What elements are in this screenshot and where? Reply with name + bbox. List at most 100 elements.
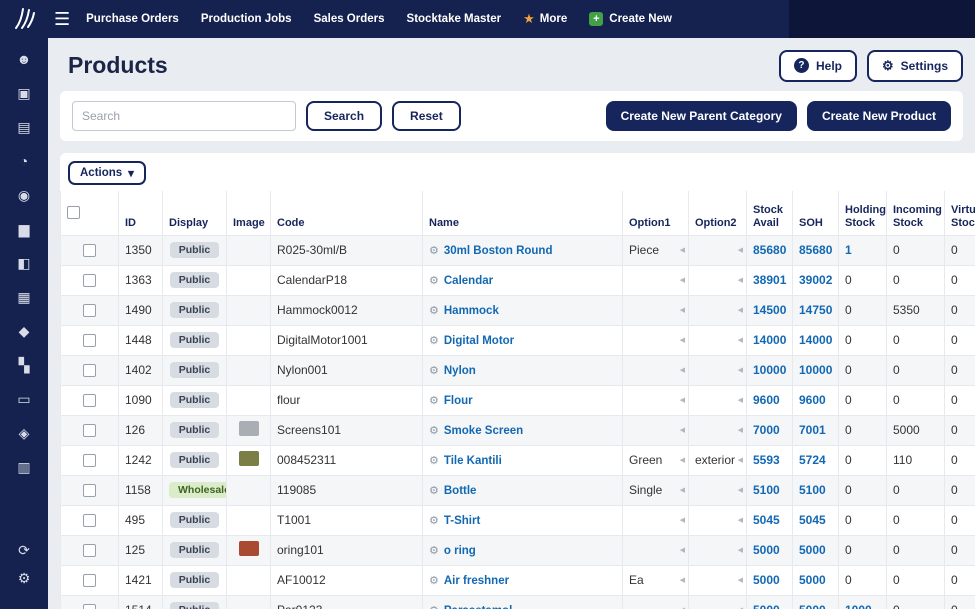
product-name-link[interactable]: 30ml Boston Round (444, 245, 553, 257)
product-name-link[interactable]: Digital Motor (444, 335, 514, 347)
stock-avail-link[interactable]: 85680 (753, 243, 786, 257)
product-thumbnail[interactable] (239, 421, 259, 436)
col-code[interactable]: Code (271, 191, 423, 235)
search-button[interactable]: Search (306, 101, 382, 131)
product-gear-icon[interactable]: ⚙ (429, 365, 439, 377)
soh-link[interactable]: 5000 (799, 573, 826, 587)
purchase-orders-icon[interactable]: ▤ (17, 120, 30, 134)
option2-dropdown-icon[interactable]: ◀ (738, 306, 743, 314)
product-gear-icon[interactable]: ⚙ (429, 485, 439, 497)
stock-avail-link[interactable]: 14500 (753, 303, 786, 317)
row-checkbox[interactable] (83, 604, 96, 609)
option2-dropdown-icon[interactable]: ◀ (738, 486, 743, 494)
analytics-icon[interactable]: ▚ (19, 358, 30, 372)
stock-avail-link[interactable]: 5000 (753, 573, 780, 587)
row-checkbox[interactable] (83, 364, 96, 377)
soh-link[interactable]: 5000 (799, 603, 826, 609)
option2-dropdown-icon[interactable]: ◀ (738, 426, 743, 434)
products-icon[interactable]: ▣ (17, 86, 30, 100)
row-checkbox[interactable] (83, 304, 96, 317)
col-soh[interactable]: SOH (793, 191, 839, 235)
col-option2[interactable]: Option2 (689, 191, 747, 235)
create-parent-category-button[interactable]: Create New Parent Category (606, 101, 797, 131)
product-name-link[interactable]: Smoke Screen (444, 425, 523, 437)
option2-dropdown-icon[interactable]: ◀ (738, 366, 743, 374)
product-name-link[interactable]: o ring (444, 545, 476, 557)
actions-button[interactable]: Actions ▾ (68, 161, 146, 185)
product-gear-icon[interactable]: ⚙ (429, 575, 439, 587)
product-name-link[interactable]: Calendar (444, 275, 493, 287)
product-gear-icon[interactable]: ⚙ (429, 395, 439, 407)
nav-item-stocktake-master[interactable]: Stocktake Master (407, 13, 502, 25)
soh-link[interactable]: 5045 (799, 513, 826, 527)
product-gear-icon[interactable]: ⚙ (429, 305, 439, 317)
soh-link[interactable]: 9600 (799, 393, 826, 407)
option2-dropdown-icon[interactable]: ◀ (738, 336, 743, 344)
soh-link[interactable]: 10000 (799, 363, 832, 377)
row-checkbox[interactable] (83, 334, 96, 347)
holding-stock-link[interactable]: 1000 (845, 603, 872, 609)
option2-dropdown-icon[interactable]: ◀ (738, 246, 743, 254)
stock-avail-link[interactable]: 38901 (753, 273, 786, 287)
warehouse-icon[interactable]: ▥ (17, 460, 30, 474)
nav-item-sales-orders[interactable]: Sales Orders (314, 13, 385, 25)
settings-button[interactable]: ⚙ Settings (867, 50, 963, 82)
sales-icon[interactable]: ◧ (17, 256, 30, 270)
product-name-link[interactable]: Tile Kantili (444, 455, 502, 467)
row-checkbox[interactable] (83, 394, 96, 407)
option2-dropdown-icon[interactable]: ◀ (738, 396, 743, 404)
col-display[interactable]: Display (163, 191, 227, 235)
option2-dropdown-icon[interactable]: ◀ (738, 276, 743, 284)
option1-dropdown-icon[interactable]: ◀ (680, 276, 685, 284)
business-icon[interactable]: ▭ (17, 392, 30, 406)
col-id[interactable]: ID (119, 191, 163, 235)
soh-link[interactable]: 14750 (799, 303, 832, 317)
col-incoming-stock[interactable]: Incoming Stock (887, 191, 945, 235)
soh-link[interactable]: 85680 (799, 243, 832, 257)
stock-avail-link[interactable]: 5000 (753, 543, 780, 557)
row-checkbox[interactable] (83, 574, 96, 587)
option1-dropdown-icon[interactable]: ◀ (680, 396, 685, 404)
stock-levels-icon[interactable]: ◔ (20, 154, 28, 168)
reset-button[interactable]: Reset (392, 101, 461, 131)
product-gear-icon[interactable]: ⚙ (429, 455, 439, 467)
production-icon[interactable]: ◉ (18, 188, 30, 202)
product-name-link[interactable]: Paracetamol (444, 605, 512, 609)
option2-dropdown-icon[interactable]: ◀ (738, 516, 743, 524)
soh-link[interactable]: 5100 (799, 483, 826, 497)
product-name-link[interactable]: Flour (444, 395, 473, 407)
soh-link[interactable]: 5000 (799, 543, 826, 557)
stock-avail-link[interactable]: 9600 (753, 393, 780, 407)
option1-dropdown-icon[interactable]: ◀ (680, 246, 685, 254)
holding-stock-link[interactable]: 1 (845, 243, 852, 257)
col-virtual-stock[interactable]: Virtual Stock (945, 191, 975, 235)
create-product-button[interactable]: Create New Product (807, 101, 951, 131)
nav-item-purchase-orders[interactable]: Purchase Orders (86, 13, 179, 25)
stock-avail-link[interactable]: 5593 (753, 453, 780, 467)
product-name-link[interactable]: Hammock (444, 305, 499, 317)
col-holding-stock[interactable]: Holding Stock (839, 191, 887, 235)
product-gear-icon[interactable]: ⚙ (429, 425, 439, 437)
inventory-icon[interactable]: ▦ (17, 290, 30, 304)
col-name[interactable]: Name (423, 191, 623, 235)
row-checkbox[interactable] (83, 274, 96, 287)
option2-dropdown-icon[interactable]: ◀ (738, 546, 743, 554)
row-checkbox[interactable] (83, 244, 96, 257)
option2-dropdown-icon[interactable]: ◀ (738, 576, 743, 584)
col-stock-avail[interactable]: Stock Avail (747, 191, 793, 235)
nav-item-production-jobs[interactable]: Production Jobs (201, 13, 292, 25)
settings-gear-icon[interactable]: ⚙ (18, 571, 31, 585)
sync-icon[interactable]: ⟳ (18, 543, 30, 557)
option1-dropdown-icon[interactable]: ◀ (680, 486, 685, 494)
option1-dropdown-icon[interactable]: ◀ (680, 516, 685, 524)
search-input[interactable] (72, 101, 296, 131)
product-gear-icon[interactable]: ⚙ (429, 605, 439, 609)
app-logo[interactable] (0, 6, 48, 32)
product-gear-icon[interactable]: ⚙ (429, 545, 439, 557)
option1-dropdown-icon[interactable]: ◀ (680, 306, 685, 314)
option2-dropdown-icon[interactable]: ◀ (738, 456, 743, 464)
row-checkbox[interactable] (83, 424, 96, 437)
option1-dropdown-icon[interactable]: ◀ (680, 336, 685, 344)
select-all-checkbox[interactable] (67, 206, 80, 219)
help-button[interactable]: ? Help (779, 50, 857, 82)
